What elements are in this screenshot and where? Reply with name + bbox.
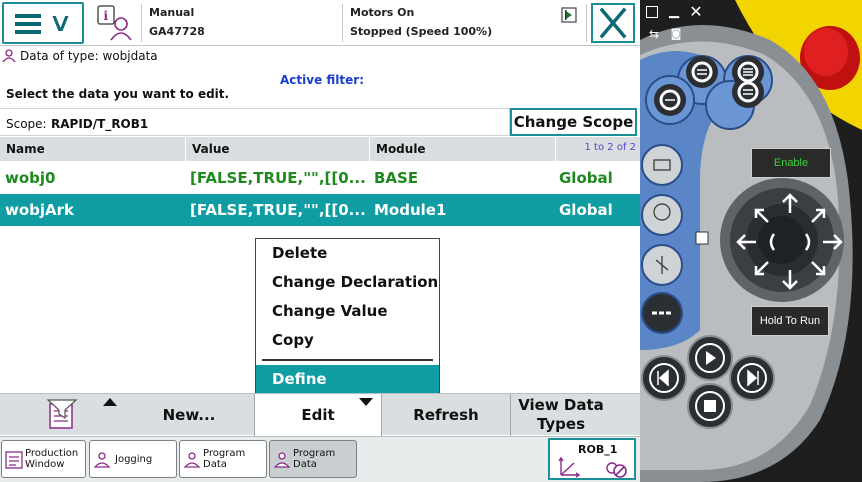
instruction-text: Select the data you want to edit. — [6, 87, 230, 101]
screen: ∨ i Manual GA47728 Motors On Stopped (Sp… — [0, 0, 862, 482]
quickset-robot-button[interactable]: ROB_1 — [548, 438, 636, 480]
column-header-name[interactable]: Name — [0, 137, 186, 161]
task-bar: Production Window Jogging Program Data Pro… — [0, 436, 640, 482]
restore-icon[interactable] — [646, 6, 658, 18]
task-label: Program — [293, 448, 336, 459]
caret-down-icon — [359, 398, 373, 406]
menu-item-change-value[interactable]: Change Value — [256, 297, 439, 326]
top-bar: ∨ i Manual GA47728 Motors On Stopped (Sp… — [0, 0, 640, 46]
svg-text:i: i — [104, 9, 109, 23]
flexpendant-device: ▁ ✕ ⇆ ◙ — [640, 0, 862, 482]
row-scope: Global — [559, 169, 613, 187]
caret-up-icon[interactable] — [103, 398, 117, 406]
divider — [342, 4, 343, 42]
filter-icon[interactable] — [46, 398, 78, 432]
change-scope-button[interactable]: Change Scope — [510, 108, 637, 136]
motors-status: Motors On — [350, 6, 415, 19]
menu-item-change-declaration[interactable]: Change Declaration — [256, 268, 439, 297]
scope-value: RAPID/T_ROB1 — [51, 117, 149, 131]
minimize-icon[interactable]: ▁ — [666, 4, 682, 20]
menu-separator — [262, 359, 433, 361]
operator-info-icon[interactable]: i — [95, 4, 135, 42]
task-label-2: Window — [25, 459, 65, 470]
row-value: [FALSE,TRUE,"",[[0... — [190, 169, 366, 187]
active-filter-label: Active filter: — [280, 73, 364, 87]
data-type-label: Data of type: wobjdata — [20, 49, 158, 63]
task-label: Program — [203, 448, 246, 459]
task-label-2: Data — [203, 459, 227, 470]
menu-item-define[interactable]: Define — [256, 365, 439, 394]
hamburger-icon — [15, 14, 41, 34]
task-program-data-active[interactable]: Program Data — [269, 440, 357, 478]
menu-item-delete[interactable]: Delete — [256, 239, 439, 268]
main-menu-button[interactable]: ∨ — [2, 2, 84, 44]
row-value: [FALSE,TRUE,"",[[0... — [190, 201, 366, 219]
program-data-icon — [273, 452, 291, 468]
task-jogging[interactable]: Jogging — [89, 440, 177, 478]
close-icon — [599, 7, 627, 39]
table-row[interactable]: wobj0 [FALSE,TRUE,"",[[0... BASE Global — [0, 162, 640, 194]
enable-button[interactable]: Enable — [751, 148, 831, 178]
view-data-types-line2: Types — [536, 415, 586, 433]
divider — [141, 4, 142, 42]
row-name: wobjArk — [5, 201, 75, 219]
divider — [586, 4, 587, 42]
refresh-button[interactable]: Refresh — [382, 394, 510, 436]
hold-to-run-button[interactable]: Hold To Run — [751, 306, 829, 336]
program-data-icon — [2, 49, 16, 63]
camera-icon[interactable]: ◙ — [668, 26, 684, 42]
edit-button[interactable]: Edit — [255, 394, 381, 436]
data-type-header: Data of type: wobjdata — [2, 49, 158, 63]
row-name: wobj0 — [5, 169, 56, 187]
chevron-down-icon: ∨ — [48, 8, 73, 38]
column-header-value[interactable]: Value — [186, 137, 370, 161]
production-window-icon — [5, 451, 23, 469]
program-state: Stopped (Speed 100%) — [350, 25, 493, 38]
scope-label: Scope: — [6, 117, 47, 131]
rotate-icon[interactable]: ⇆ — [646, 26, 662, 42]
task-program-data[interactable]: Program Data — [179, 440, 267, 478]
table-header: Name Value Module — [0, 137, 640, 161]
task-label: Jogging — [115, 453, 153, 465]
flexpendant-app: ∨ i Manual GA47728 Motors On Stopped (Sp… — [0, 0, 640, 482]
operating-mode: Manual — [149, 6, 195, 19]
task-label-2: Data — [293, 459, 317, 470]
program-data-icon — [183, 452, 201, 468]
task-production-window[interactable]: Production Window — [1, 440, 86, 478]
close-window-icon[interactable]: ✕ — [688, 4, 704, 20]
row-module: Module1 — [374, 201, 447, 219]
view-data-types-line1: View Data — [518, 396, 604, 414]
coordinate-axes-icon — [558, 456, 581, 478]
task-label: Production — [25, 448, 79, 459]
row-module: BASE — [374, 169, 419, 187]
table-row-selected[interactable]: wobjArk [FALSE,TRUE,"",[[0... Module1 Gl… — [0, 194, 640, 226]
new-button[interactable]: New... — [130, 394, 248, 436]
column-header-module[interactable]: Module — [370, 137, 556, 161]
event-flag-icon[interactable] — [561, 7, 577, 23]
scope-bar: Scope: RAPID/T_ROB1 — [0, 108, 510, 136]
controller-name: GA47728 — [149, 25, 205, 38]
row-scope: Global — [559, 201, 613, 219]
tool-disabled-icon — [606, 462, 627, 478]
edit-context-menu: Delete Change Declaration Change Value C… — [255, 238, 440, 394]
edit-label: Edit — [301, 406, 335, 424]
robot-name: ROB_1 — [578, 443, 618, 456]
close-button[interactable] — [591, 3, 635, 43]
device-body — [640, 0, 862, 482]
menu-item-copy[interactable]: Copy — [256, 326, 439, 355]
pagination-info: 1 to 2 of 2 — [556, 137, 640, 161]
command-bar: New... Edit Refresh View Data Types — [0, 393, 640, 436]
jogging-icon — [93, 452, 111, 468]
view-data-types-button[interactable]: View Data Types — [511, 394, 611, 436]
